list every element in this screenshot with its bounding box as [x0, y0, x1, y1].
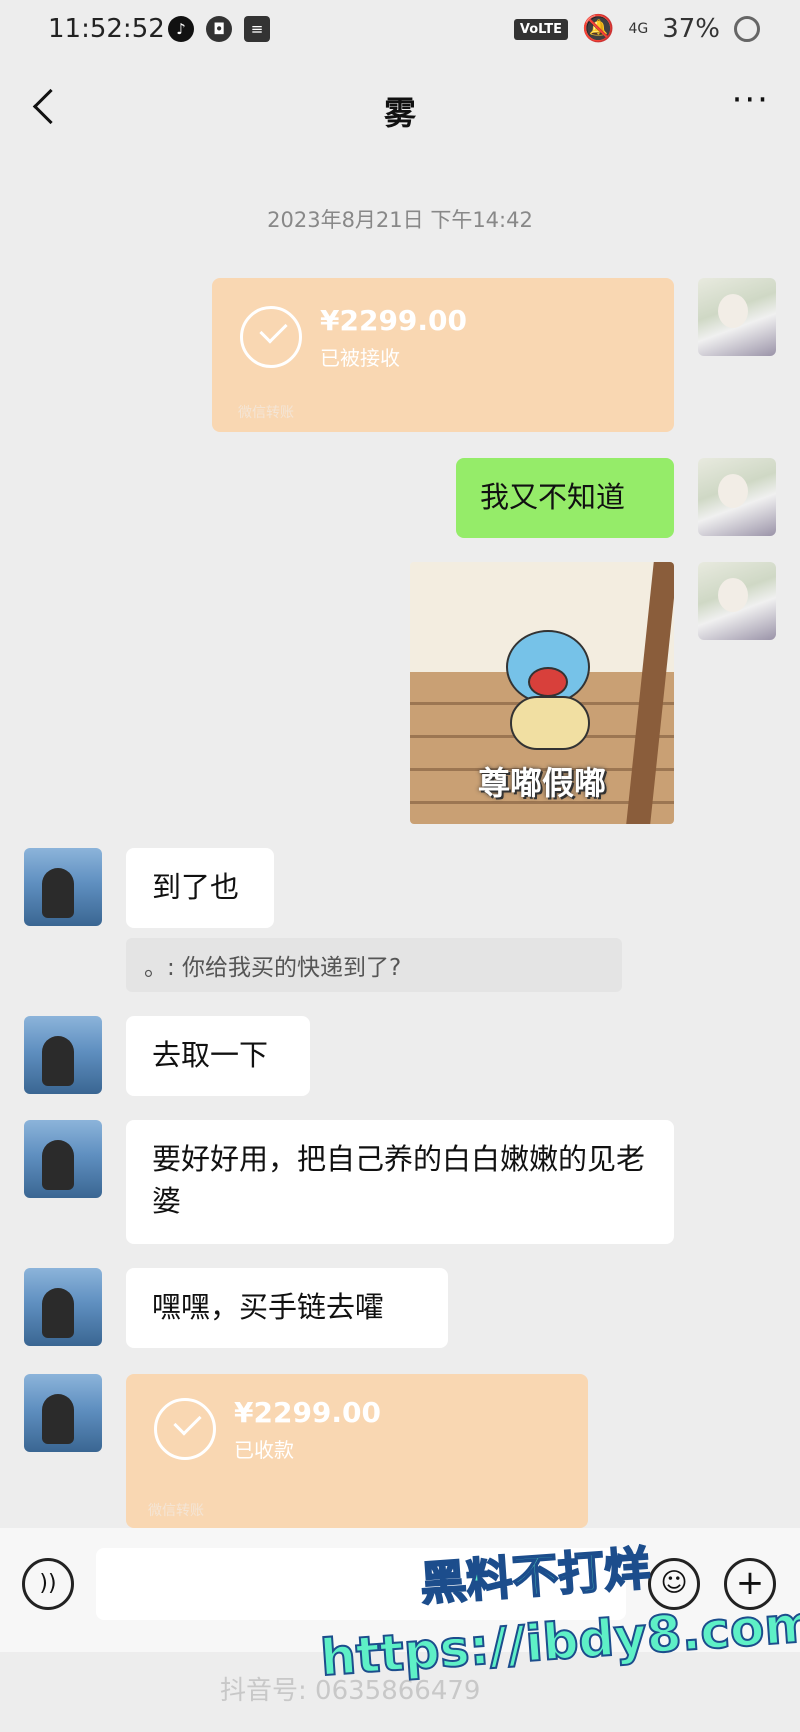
message-icon: ≡ — [244, 16, 270, 42]
emoji-icon[interactable]: ☺ — [648, 1558, 700, 1610]
message-bubble-sent[interactable]: 我又不知道 — [456, 458, 674, 538]
status-time: 11:52:52 — [48, 14, 165, 44]
message-bubble-received[interactable]: 到了也 — [126, 848, 274, 928]
shield-icon: ◘ — [206, 16, 232, 42]
transfer-card[interactable]: ¥2299.00 已收款 微信转账 — [126, 1374, 588, 1528]
chat-header: 雾 ··· — [0, 62, 800, 152]
check-circle-icon — [154, 1398, 216, 1460]
message-bubble-received[interactable]: 要好好用，把自己养的白白嫩嫩的见老婆 — [126, 1120, 674, 1244]
transfer-status: 已收款 — [234, 1438, 294, 1462]
squirtle-mouth — [528, 667, 568, 697]
avatar-contact[interactable] — [24, 1016, 102, 1094]
avatar-me[interactable] — [698, 458, 776, 536]
more-options-icon[interactable]: ··· — [732, 83, 770, 117]
transfer-card[interactable]: ¥2299.00 已被接收 微信转账 — [212, 278, 674, 432]
status-bar: 11:52:52 ♪ ◘ ≡ VoLTE 🔕 4G 37% — [0, 0, 800, 60]
transfer-footer: 微信转账 — [148, 1503, 204, 1519]
avatar-contact[interactable] — [24, 1374, 102, 1452]
battery-percent: 37% — [662, 14, 720, 44]
transfer-amount: ¥2299.00 — [320, 304, 468, 337]
mute-icon: 🔕 — [582, 14, 615, 44]
voice-icon[interactable]: )) — [22, 1558, 74, 1610]
signal-4g-icon: 4G — [628, 21, 649, 37]
message-timestamp: 2023年8月21日 下午14:42 — [267, 208, 533, 232]
quoted-message[interactable]: 。: 你给我买的快递到了? — [126, 938, 622, 992]
squirtle-shell — [510, 696, 590, 750]
avatar-me[interactable] — [698, 562, 776, 640]
transfer-footer: 微信转账 — [238, 405, 294, 421]
avatar-contact[interactable] — [24, 1120, 102, 1198]
sticker-image[interactable]: 尊嘟假嘟 — [410, 562, 674, 824]
message-bubble-received[interactable]: 嘿嘿，买手链去嚯 — [126, 1268, 448, 1348]
check-circle-icon — [240, 306, 302, 368]
avatar-me[interactable] — [698, 278, 776, 356]
avatar-contact[interactable] — [24, 848, 102, 926]
battery-icon — [734, 16, 760, 42]
transfer-status: 已被接收 — [320, 346, 400, 370]
volte-icon: VoLTE — [513, 18, 569, 40]
avatar-contact[interactable] — [24, 1268, 102, 1346]
message-bubble-received[interactable]: 去取一下 — [126, 1016, 310, 1096]
tiktok-icon: ♪ — [168, 16, 194, 42]
transfer-amount: ¥2299.00 — [234, 1396, 382, 1429]
chat-title: 雾 — [383, 94, 416, 132]
sticker-caption: 尊嘟假嘟 — [477, 764, 606, 802]
